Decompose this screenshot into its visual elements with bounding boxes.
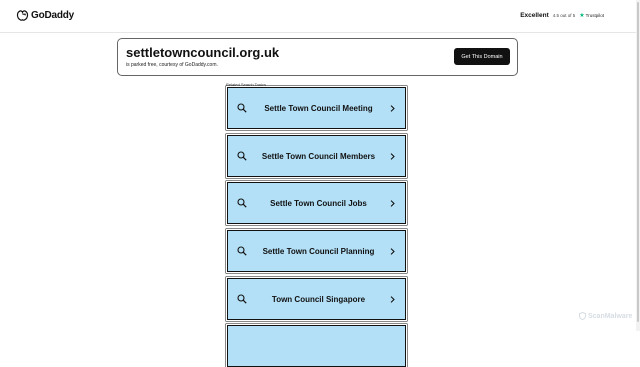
get-this-domain-button[interactable]: Get This Domain (454, 48, 510, 65)
domain-card: settletowncouncil.org.uk is parked free,… (117, 38, 518, 76)
trustpilot-star-icon: ★ (579, 12, 585, 19)
logo-text: GoDaddy (31, 10, 75, 21)
scrollbar-thumb[interactable] (637, 2, 639, 322)
topic-link[interactable]: Town Council Singapore (226, 277, 407, 321)
chevron-right-icon (390, 200, 395, 207)
vertical-scrollbar[interactable] (636, 0, 640, 331)
search-icon (237, 103, 247, 113)
chevron-right-icon (390, 248, 395, 255)
topic-link[interactable]: Settle Town Council Planning (226, 229, 407, 273)
trustpilot-rating[interactable]: Excellent 4.5 out of 5 ★ Trustpilot (520, 12, 604, 19)
domain-name: settletowncouncil.org.uk (126, 45, 280, 60)
search-icon (237, 198, 247, 208)
topic-label: Settle Town Council Planning (262, 246, 375, 256)
shield-icon (579, 312, 586, 320)
topic-label: Settle Town Council Jobs (270, 198, 367, 208)
godaddy-logo[interactable]: GoDaddy (16, 9, 74, 22)
topic-label: Settle Town Council Members (261, 151, 376, 161)
search-icon (237, 151, 247, 161)
topic-link[interactable]: Settle Town Council Members (226, 134, 407, 178)
search-icon (237, 294, 247, 304)
topic-label: Town Council Singapore (271, 294, 366, 304)
search-icon (237, 246, 247, 256)
scanmalware-watermark: ScanMalware (579, 312, 632, 320)
topic-label: Settle Town Council Meeting (264, 103, 373, 113)
trustpilot-brand: ★ Trustpilot (579, 13, 604, 19)
topic-link-partial[interactable] (226, 324, 407, 367)
godaddy-logo-icon (16, 10, 29, 21)
rating-score: 4.5 out of 5 (552, 13, 576, 18)
rating-word: Excellent (520, 12, 549, 19)
site-header: GoDaddy Excellent 4.5 out of 5 ★ Trustpi… (0, 0, 636, 33)
parked-note: is parked free, courtesy of GoDaddy.com. (126, 62, 218, 68)
trustpilot-label: Trustpilot (585, 13, 604, 18)
topic-link[interactable]: Settle Town Council Meeting (226, 86, 407, 130)
chevron-right-icon (390, 105, 395, 112)
watermark-text: ScanMalware (588, 312, 633, 320)
chevron-right-icon (390, 296, 395, 303)
topic-label (252, 326, 385, 366)
chevron-right-icon (390, 153, 395, 160)
topic-link[interactable]: Settle Town Council Jobs (226, 181, 407, 225)
